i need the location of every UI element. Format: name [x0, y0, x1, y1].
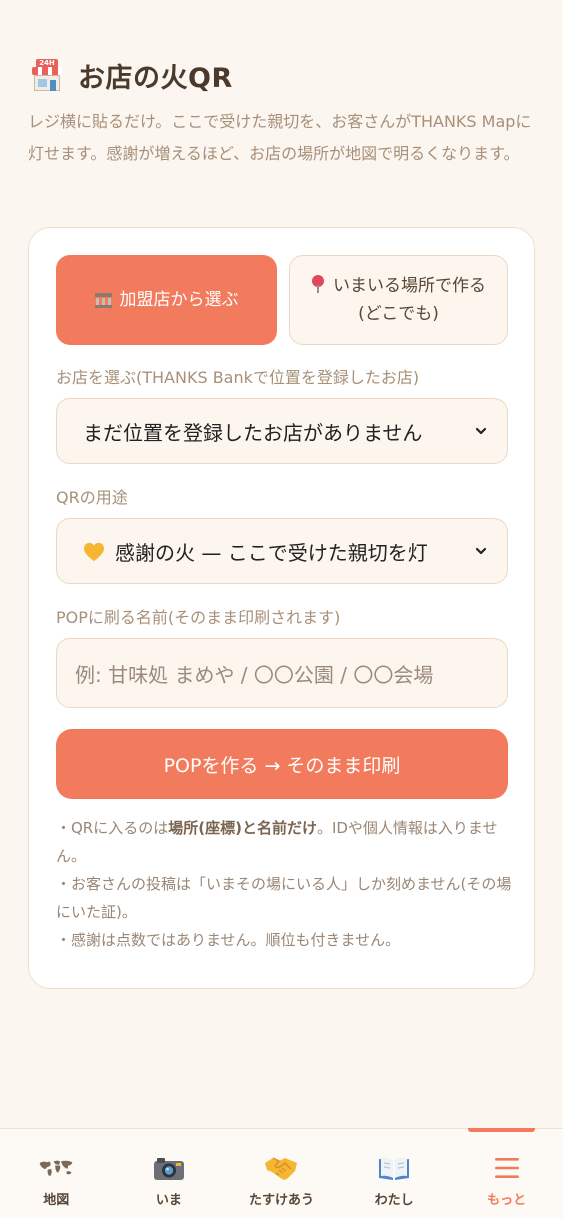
convenience-store-icon: 24H: [30, 58, 64, 93]
purpose-select[interactable]: 感謝の火 — ここで受けた親切を灯: [56, 518, 508, 584]
bank-icon: [94, 292, 112, 308]
tab-me-label: わたし: [374, 1193, 414, 1208]
store-select-label: お店を選ぶ(THANKS Bankで位置を登録したお店): [56, 368, 420, 387]
bottom-tab-bar: 地図 いま たすけあう わたし もっと: [0, 1128, 563, 1218]
notes: ・QRに入るのは場所(座標)と名前だけ。IDや個人情報は入りません。 ・お客さん…: [56, 814, 516, 954]
select-member-store-label: 加盟店から選ぶ: [119, 290, 239, 310]
create-at-current-location-content: いまいる場所で作る(どこでも): [304, 272, 493, 328]
intro-text: レジ横に貼るだけ。ここで受けた親切を、お客さんがTHANKS Mapに灯せます。…: [28, 112, 532, 163]
note-1: ・QRに入るのは場所(座標)と名前だけ。IDや個人情報は入りません。: [56, 819, 498, 865]
chevron-down-icon: [475, 547, 487, 555]
create-at-current-location-label: いまいる場所で作る(どこでも): [333, 276, 486, 324]
camera-icon: [151, 1153, 187, 1183]
world-map-icon: [38, 1153, 74, 1183]
tab-help-each-other[interactable]: たすけあう: [225, 1129, 338, 1218]
name-input-label: POPに刷る名前(そのまま印刷されます): [56, 608, 341, 627]
tab-map-label: 地図: [43, 1193, 70, 1208]
header: 24H お店の火QR: [30, 56, 233, 95]
select-member-store-button[interactable]: 加盟店から選ぶ: [56, 255, 277, 345]
handshake-icon: [263, 1153, 299, 1183]
book-icon: [376, 1153, 412, 1183]
note-3: ・感謝は点数ではありません。順位も付きません。: [56, 931, 401, 949]
tab-help-each-other-label: たすけあう: [248, 1193, 314, 1208]
tab-now-label: いま: [155, 1193, 182, 1208]
pop-name-placeholder: 例: 甘味処 まめや / 〇〇公園 / 〇〇会場: [75, 662, 434, 687]
menu-icon: [489, 1153, 525, 1183]
page-title: お店の火QR: [78, 63, 233, 94]
store-select[interactable]: まだ位置を登録したお店がありません: [56, 398, 508, 464]
tab-me[interactable]: わたし: [338, 1129, 451, 1218]
create-at-current-location-button[interactable]: いまいる場所で作る(どこでも): [289, 255, 508, 345]
page: 24H お店の火QR レジ横に貼るだけ。ここで受けた親切を、お客さんがTHANK…: [0, 0, 563, 1218]
note-2: ・お客さんの投稿は「いまその場にいる人」しか刻めません(その場にいた証)。: [56, 875, 512, 921]
create-pop-print-button[interactable]: POPを作る → そのまま印刷: [56, 729, 508, 799]
yellow-heart-icon: [83, 542, 104, 562]
pop-name-input[interactable]: 例: 甘味処 まめや / 〇〇公園 / 〇〇会場: [56, 638, 508, 708]
purpose-select-label: QRの用途: [56, 488, 128, 507]
tab-now[interactable]: いま: [113, 1129, 226, 1218]
chevron-down-icon: [475, 427, 487, 435]
qr-form-card: 加盟店から選ぶ いまいる場所で作る(どこでも) お店を選ぶ(THANKS Ban…: [28, 227, 535, 989]
purpose-select-value: 感謝の火 — ここで受けた親切を灯: [115, 540, 428, 565]
store-select-value: まだ位置を登録したお店がありません: [83, 420, 423, 445]
tab-more-label: もっと: [487, 1193, 527, 1208]
tab-map[interactable]: 地図: [0, 1129, 113, 1218]
pin-icon: [311, 275, 325, 293]
tab-more[interactable]: もっと: [450, 1128, 563, 1218]
